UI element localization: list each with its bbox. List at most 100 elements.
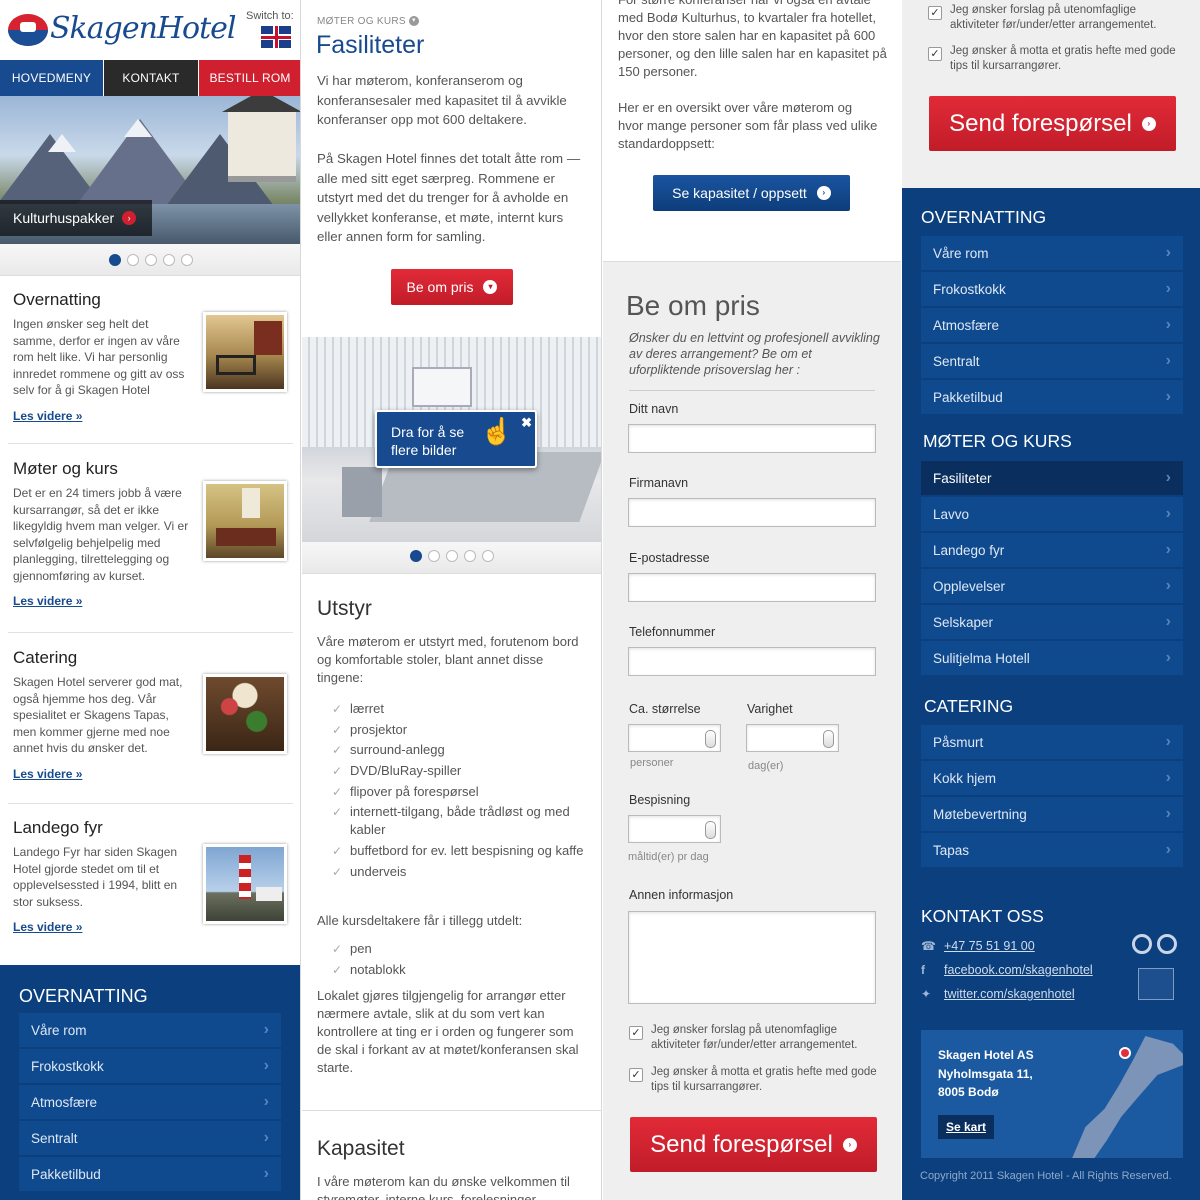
drag-tooltip[interactable]: Dra for å se flere bilder ✖ ☝: [375, 410, 537, 468]
menu-item[interactable]: Frokostkokk ›: [19, 1049, 281, 1083]
logo[interactable]: SkagenHotel: [50, 11, 237, 46]
left-menu-panel: OVERNATTING Våre rom › Frokostkokk › Atmos…: [0, 965, 300, 1200]
teaser-text: Ingen ønsker seg helt det samme, derfor …: [13, 317, 185, 397]
menu-item[interactable]: Våre rom ›: [921, 236, 1183, 270]
menu-item[interactable]: Påsmurt ›: [921, 725, 1183, 759]
menu-item[interactable]: Våre rom ›: [19, 1013, 281, 1047]
hero-caption-link[interactable]: Kulturhuspakker ›: [0, 200, 152, 236]
menu-item[interactable]: Atmosfære ›: [921, 308, 1183, 342]
teaser-title[interactable]: Møter og kurs: [13, 459, 293, 479]
phone-icon: ☎: [921, 939, 936, 953]
menu-item[interactable]: Sentralt ›: [921, 344, 1183, 378]
eco-certification-icon[interactable]: [1138, 968, 1174, 1000]
twitter-link[interactable]: ✦ twitter.com/skagenhotel: [921, 987, 1075, 1001]
main-column: MØTER OG KURS ▾ Fasiliteter Vi har møtero…: [302, 0, 602, 1200]
meals-unit: måltid(er) pr dag: [628, 851, 709, 863]
slide-dot[interactable]: [180, 254, 193, 266]
breadcrumb[interactable]: MØTER OG KURS ▾: [317, 16, 419, 27]
menu-item[interactable]: Møtebevertning ›: [921, 797, 1183, 831]
menu-item[interactable]: Atmosfære ›: [19, 1085, 281, 1119]
description-text: På Skagen Hotel finnes det totalt åtte r…: [317, 151, 581, 244]
slide-dot[interactable]: [482, 550, 494, 562]
teaser-title[interactable]: Overnatting: [13, 290, 293, 310]
phone-input[interactable]: [628, 647, 876, 676]
slide-dot[interactable]: [464, 550, 476, 562]
slide-dot[interactable]: [126, 254, 139, 266]
menu-item[interactable]: Opplevelser ›: [921, 569, 1183, 603]
slide-dot[interactable]: [108, 254, 121, 266]
read-more-link[interactable]: Les videre »: [13, 594, 293, 608]
map-button[interactable]: Se kart: [938, 1115, 995, 1139]
facebook-link[interactable]: f facebook.com/skagenhotel: [921, 963, 1093, 977]
lighthouse-thumbnail[interactable]: [203, 844, 287, 924]
activities-checkbox[interactable]: ✓: [928, 6, 942, 20]
chevron-right-icon: ›: [1165, 805, 1171, 822]
duration-stepper[interactable]: [746, 724, 839, 752]
activities-label: Jeg ønsker forslag på utenomfaglige akti…: [651, 1024, 858, 1051]
nav-main-menu[interactable]: HOVEDMENY: [0, 60, 103, 96]
other-textarea[interactable]: [628, 911, 876, 1004]
chevron-right-icon: ›: [263, 1021, 269, 1038]
menu-item[interactable]: Sentralt ›: [19, 1121, 281, 1155]
page-title: Fasiliteter: [316, 31, 425, 59]
slide-dot[interactable]: [144, 254, 157, 266]
close-icon[interactable]: ✖: [521, 414, 532, 432]
chevron-right-icon: ›: [1165, 280, 1171, 297]
slide-dot[interactable]: [162, 254, 175, 266]
read-more-link[interactable]: Les videre »: [13, 767, 293, 781]
teaser-title[interactable]: Landego fyr: [13, 818, 293, 838]
email-input[interactable]: [628, 573, 876, 602]
activities-checkbox[interactable]: ✓: [629, 1026, 643, 1040]
menu-item[interactable]: Kokk hjem ›: [921, 761, 1183, 795]
room-thumbnail[interactable]: [203, 312, 287, 392]
hero-slider[interactable]: Kulturhuspakker ›: [0, 96, 300, 244]
nav-contact[interactable]: KONTAKT: [103, 60, 198, 96]
left-column: SkagenHotel Switch to: HOVEDMENY KONTAKT…: [0, 0, 301, 1200]
note-text: Lokalet gjøres tilgjengelig for arrangør…: [317, 988, 579, 1075]
menu-item-active[interactable]: Fasiliteter ›: [921, 461, 1183, 495]
menu-item[interactable]: Tapas ›: [921, 833, 1183, 867]
twitter-icon: ✦: [921, 987, 932, 1001]
submit-button[interactable]: Send forespørsel ›: [929, 96, 1176, 151]
booklet-checkbox[interactable]: ✓: [629, 1068, 643, 1082]
arrow-right-icon: ›: [1141, 116, 1156, 131]
submit-button[interactable]: Send forespørsel ›: [630, 1117, 877, 1172]
booklet-checkbox[interactable]: ✓: [928, 47, 942, 61]
slide-dot[interactable]: [446, 550, 458, 562]
menu-item[interactable]: Frokostkokk ›: [921, 272, 1183, 306]
menu-item[interactable]: Lavvo ›: [921, 497, 1183, 531]
other-label: Annen informasjon: [629, 888, 734, 902]
teaser-text: Det er en 24 timers jobb å være kursarra…: [13, 486, 189, 583]
meals-stepper[interactable]: [628, 815, 721, 843]
request-price-button[interactable]: Be om pris ▾: [391, 269, 513, 305]
chevron-right-icon: ›: [1165, 244, 1171, 261]
uk-flag-icon[interactable]: [261, 26, 291, 48]
menu-item[interactable]: Pakketilbud ›: [19, 1157, 281, 1191]
logo-icon[interactable]: [8, 14, 48, 46]
teaser-title[interactable]: Catering: [13, 648, 293, 668]
menu-item[interactable]: Landego fyr ›: [921, 533, 1183, 567]
size-stepper[interactable]: [628, 724, 721, 752]
equipment-intro: Våre møterom er utstyrt med, forutenom b…: [317, 634, 579, 685]
capacity-button[interactable]: Se kapasitet / oppsett ›: [653, 175, 850, 211]
list-item: internett-tilgang, både trådløst og med …: [332, 803, 592, 839]
form-intro: Ønsker du en lettvint og profesjonell av…: [629, 331, 880, 377]
slide-dot[interactable]: [410, 550, 422, 562]
slide-dot[interactable]: [428, 550, 440, 562]
catering-thumbnail[interactable]: [203, 674, 287, 754]
tripadvisor-icon[interactable]: [1132, 932, 1178, 956]
menu-item[interactable]: Sulitjelma Hotell ›: [921, 641, 1183, 675]
facebook-icon: f: [921, 963, 925, 977]
menu-item[interactable]: Pakketilbud ›: [921, 380, 1183, 414]
form-continuation: ✓ Jeg ønsker forslag på utenomfaglige ak…: [902, 0, 1200, 188]
menu-title-moter: MØTER OG KURS: [923, 431, 1072, 451]
menu-item[interactable]: Selskaper ›: [921, 605, 1183, 639]
nav-book-room[interactable]: BESTILL ROM: [198, 60, 300, 96]
address: Skagen Hotel AS Nyholmsgata 11, 8005 Bod…: [938, 1048, 1034, 1099]
meeting-thumbnail[interactable]: [203, 481, 287, 561]
company-input[interactable]: [628, 498, 876, 527]
chevron-right-icon: ›: [1165, 469, 1171, 486]
read-more-link[interactable]: Les videre »: [13, 409, 293, 423]
phone-link[interactable]: ☎ +47 75 51 91 00: [921, 939, 1035, 953]
name-input[interactable]: [628, 424, 876, 453]
